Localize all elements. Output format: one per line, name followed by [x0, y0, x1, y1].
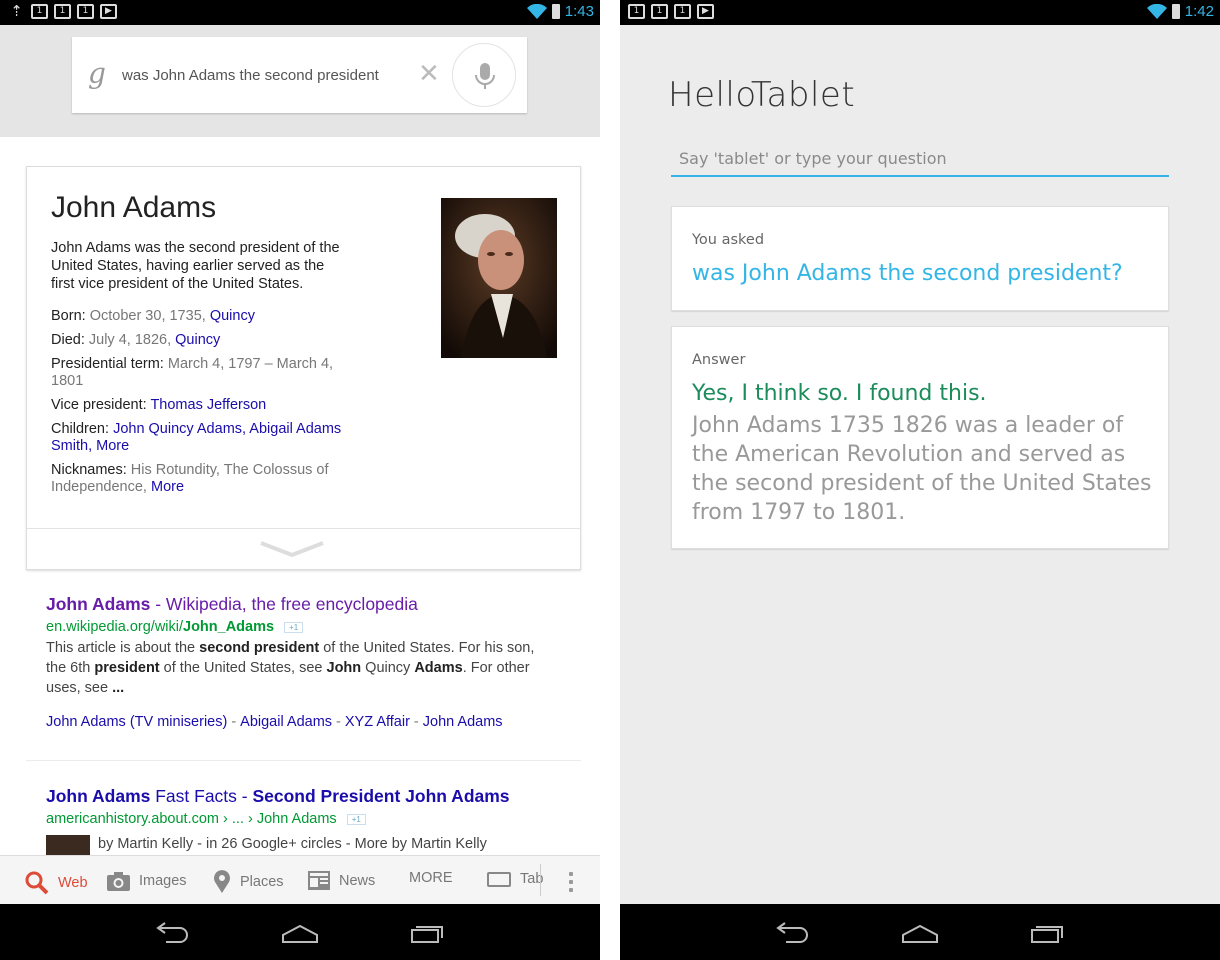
card-description: John Adams was the second president of t… — [51, 240, 340, 292]
store-icon: ▶ — [100, 4, 117, 19]
voice-search-button[interactable] — [452, 43, 516, 107]
link-more-children[interactable]: More — [96, 438, 129, 454]
navigation-bar — [620, 904, 1220, 960]
chevron-down-icon[interactable] — [259, 539, 325, 561]
tab-news[interactable]: News — [307, 870, 375, 891]
recent-apps-button-icon[interactable] — [1028, 918, 1068, 946]
question-input[interactable] — [671, 141, 1169, 177]
notification-icons: ⇡ 1 1 1 ▶ — [8, 4, 117, 19]
sitelink[interactable]: XYZ Affair — [345, 714, 410, 730]
battery-icon — [1171, 4, 1180, 19]
result-snippet: This article is about the second preside… — [46, 640, 535, 696]
author-thumbnail — [46, 835, 90, 855]
fact-nicknames: Nicknames: His Rotundity, The Colossus o… — [51, 462, 329, 495]
upload-icon: ⇡ — [10, 2, 23, 20]
battery-icon — [551, 4, 560, 19]
back-button-icon[interactable] — [772, 918, 812, 946]
result-byline: by Martin Kelly - in 26 Google+ circles … — [98, 836, 487, 852]
card-title: John Adams — [51, 191, 217, 224]
tab-images[interactable]: Images — [106, 870, 187, 892]
wifi-icon — [526, 3, 547, 19]
link-quincy[interactable]: Quincy — [210, 308, 255, 324]
asked-label: You asked — [692, 232, 765, 248]
notification-icon: 1 — [54, 4, 71, 19]
asked-question: was John Adams the second president? — [692, 261, 1123, 286]
notification-icons: 1 1 1 ▶ — [628, 4, 714, 19]
result-url: en.wikipedia.org/wiki/John_Adams +1 — [46, 619, 556, 635]
fact-vice-president: Vice president: Thomas Jefferson — [51, 397, 267, 413]
portrait-image[interactable] — [441, 198, 557, 358]
search-result: John Adams - Wikipedia, the free encyclo… — [46, 594, 556, 730]
sitelink[interactable]: John Adams (TV miniseries) — [46, 714, 227, 730]
answer-headline: Yes, I think so. I found this. — [692, 381, 987, 406]
fact-children: Children: John Quincy Adams, Abigail Ada… — [51, 421, 342, 454]
search-query[interactable]: was John Adams the second president — [122, 67, 379, 84]
notification-icon: 1 — [77, 4, 94, 19]
status-bar: 1 1 1 ▶ 1:42 — [620, 0, 1220, 25]
tab-tablet[interactable]: Tab — [486, 870, 543, 888]
home-button-icon[interactable] — [900, 918, 940, 946]
back-button-icon[interactable] — [152, 918, 192, 946]
status-bar: ⇡ 1 1 1 ▶ 1:43 — [0, 0, 600, 25]
search-icon — [25, 871, 49, 895]
plus-one-button[interactable]: +1 — [346, 813, 366, 825]
card-divider — [27, 528, 580, 529]
store-icon: ▶ — [697, 4, 714, 19]
search-result: John Adams Fast Facts - Second President… — [46, 786, 556, 827]
answer-body: John Adams 1735 1826 was a leader of the… — [692, 413, 1152, 525]
tab-web[interactable]: Web — [24, 870, 88, 896]
fact-born: Born: October 30, 1735, Quincy — [51, 308, 255, 324]
answer-card: Answer Yes, I think so. I found this. Jo… — [671, 326, 1169, 549]
sitelink[interactable]: John Adams — [423, 714, 503, 730]
link-john-quincy-adams[interactable]: John Quincy Adams — [113, 421, 242, 437]
notification-icon: 1 — [651, 4, 668, 19]
app-title: HelloTablet — [668, 75, 856, 115]
result-title-link[interactable]: John Adams Fast Facts - Second President… — [46, 786, 556, 807]
wifi-icon — [1146, 3, 1167, 19]
plus-one-button[interactable]: +1 — [284, 621, 304, 633]
tab-more[interactable]: MORE — [409, 870, 453, 886]
result-sitelinks: John Adams (TV miniseries) - Abigail Adams… — [46, 714, 503, 730]
fact-term: Presidential term: March 4, 1797 – March… — [51, 356, 334, 389]
newspaper-icon — [308, 871, 330, 890]
search-box[interactable]: g was John Adams the second president ✕ — [72, 37, 527, 113]
sitelink[interactable]: Abigail Adams — [240, 714, 332, 730]
notification-icon: 1 — [628, 4, 645, 19]
overflow-menu-icon[interactable] — [569, 872, 573, 896]
knowledge-card: John Adams John Adams was the second pre… — [26, 166, 581, 570]
clock: 1:43 — [564, 3, 594, 20]
asked-card: You asked was John Adams the second pres… — [671, 206, 1169, 311]
camera-icon — [107, 872, 130, 891]
left-phone-screen: ⇡ 1 1 1 ▶ 1:43 g was John Adams the seco… — [0, 0, 600, 960]
microphone-icon — [475, 63, 495, 89]
link-thomas-jefferson[interactable]: Thomas Jefferson — [150, 397, 266, 413]
result-divider — [26, 760, 581, 761]
link-more-nicknames[interactable]: More — [151, 479, 184, 495]
fact-died: Died: July 4, 1826, Quincy — [51, 332, 221, 348]
map-pin-icon — [214, 870, 230, 893]
answer-label: Answer — [692, 352, 746, 368]
google-g-icon: g — [88, 57, 106, 90]
tab-places[interactable]: Places — [212, 870, 284, 894]
clock: 1:42 — [1184, 3, 1214, 20]
result-url: americanhistory.about.com › ... › John A… — [46, 811, 556, 827]
recent-apps-button-icon[interactable] — [408, 918, 448, 946]
fact-list: Born: October 30, 1735, Quincy Died: Jul… — [51, 308, 351, 503]
notification-icon: 1 — [674, 4, 691, 19]
navigation-bar — [0, 904, 600, 960]
search-header: g was John Adams the second president ✕ — [0, 25, 600, 137]
notification-icon: 1 — [31, 4, 48, 19]
home-button-icon[interactable] — [280, 918, 320, 946]
clear-icon[interactable]: ✕ — [418, 59, 440, 89]
tablet-icon — [487, 872, 511, 887]
link-quincy[interactable]: Quincy — [175, 332, 220, 348]
search-tab-bar: Web Images Places News MORE Tab — [0, 855, 600, 904]
result-title-link[interactable]: John Adams - Wikipedia, the free encyclo… — [46, 594, 556, 615]
right-phone-screen: 1 1 1 ▶ 1:42 HelloTablet You asked was J… — [620, 0, 1220, 960]
tab-divider — [540, 864, 541, 896]
